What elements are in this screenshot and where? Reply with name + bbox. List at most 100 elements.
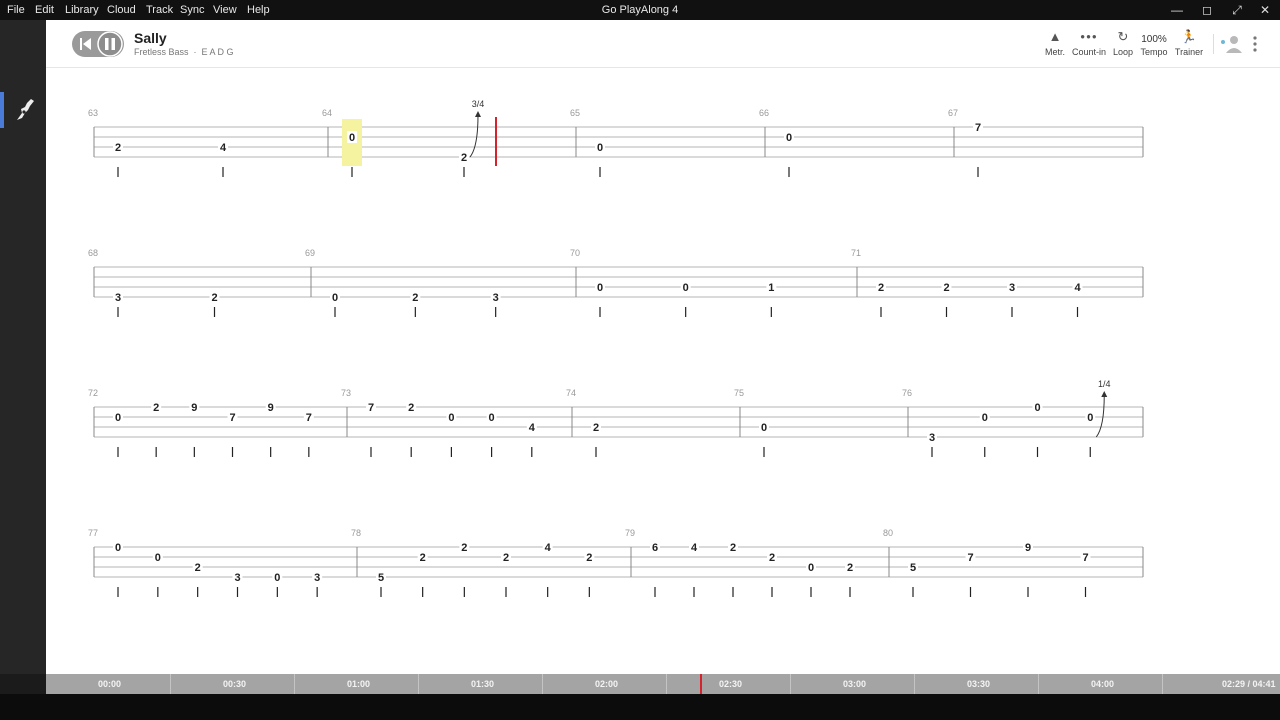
fret-number: 2 (586, 552, 592, 564)
menu-view[interactable]: View (213, 4, 237, 16)
bend-amount: 1/4 (1098, 379, 1111, 389)
fret-number: 0 (1087, 412, 1093, 424)
fret-number: 7 (306, 412, 312, 424)
fret-number: 0 (489, 412, 495, 424)
fret-number: 4 (691, 542, 698, 554)
measure-number: 76 (902, 388, 912, 398)
fret-number: 0 (1034, 402, 1040, 414)
maximize-icon[interactable]: ◻ (1196, 2, 1218, 18)
fret-number: 5 (378, 572, 384, 584)
measure-number: 66 (759, 108, 769, 118)
fret-number: 0 (155, 552, 161, 564)
measure-number: 68 (88, 248, 98, 258)
track-info: Fretless Bass · E A D G (134, 47, 234, 57)
timeline-label: 03:30 (967, 679, 991, 689)
timeline-label: 02:30 (719, 679, 743, 689)
timeline-label: 01:30 (471, 679, 495, 689)
timeline-playhead[interactable] (700, 674, 702, 694)
tuning: E A D G (201, 47, 234, 57)
fret-number: 0 (761, 422, 767, 434)
measure-number: 64 (322, 108, 332, 118)
timeline-separator (790, 674, 791, 694)
timeline[interactable]: 00:00 00:30 01:00 01:30 02:00 02:30 03:0… (46, 674, 1280, 694)
measure-number: 77 (88, 528, 98, 538)
fret-number: 2 (503, 552, 509, 564)
bottom-bar (0, 694, 1280, 720)
fret-number: 2 (408, 402, 414, 414)
measure-number: 69 (305, 248, 315, 258)
tab-score-svg[interactable]: 632 464023/4650660677683 2690 2 3700 0 1712 2 3 4… (46, 68, 1280, 674)
fret-number: 6 (652, 542, 658, 554)
fret-number: 2 (195, 562, 201, 574)
measure-number: 72 (88, 388, 98, 398)
fret-number: 0 (597, 282, 603, 294)
trainer-button[interactable]: Trainer (1164, 47, 1214, 57)
measure-number: 75 (734, 388, 744, 398)
measure-number: 78 (351, 528, 361, 538)
timeline-separator (542, 674, 543, 694)
more-options-icon[interactable] (1251, 35, 1259, 53)
timeline-label: 03:00 (843, 679, 867, 689)
fret-number: 2 (847, 562, 853, 574)
menu-edit[interactable]: Edit (35, 4, 54, 16)
fret-number: 0 (332, 292, 338, 304)
fret-number: 7 (368, 402, 374, 414)
menu-cloud[interactable]: Cloud (107, 4, 136, 16)
fret-number: 9 (191, 402, 197, 414)
bend-arrow (469, 114, 479, 158)
fret-number: 3 (493, 292, 499, 304)
menu-help[interactable]: Help (247, 4, 270, 16)
fret-number: 7 (975, 122, 981, 134)
fret-number: 4 (545, 542, 552, 554)
fullscreen-icon[interactable]: ⤢ (1226, 2, 1248, 18)
measure-number: 71 (851, 248, 861, 258)
timeline-separator (1038, 674, 1039, 694)
fret-number: 9 (1025, 542, 1031, 554)
menu-library[interactable]: Library (65, 4, 99, 16)
timeline-label: 01:00 (347, 679, 371, 689)
fret-number: 2 (115, 142, 121, 154)
fret-number: 2 (211, 292, 217, 304)
menu-track[interactable]: Track (146, 4, 173, 16)
transport-controls (72, 31, 124, 57)
fret-number: 3 (314, 572, 320, 584)
fret-number: 2 (420, 552, 426, 564)
measure-number: 63 (88, 108, 98, 118)
users-icon[interactable] (1218, 34, 1244, 54)
fret-number: 3 (115, 292, 121, 304)
timeline-label: 02:00 (595, 679, 619, 689)
bend-amount: 3/4 (472, 99, 485, 109)
timeline-label: 00:00 (98, 679, 122, 689)
bend-arrowhead (475, 111, 481, 117)
fret-number: 0 (274, 572, 280, 584)
menu-file[interactable]: File (7, 4, 25, 16)
trainer-icon[interactable]: 🏃 (1164, 29, 1214, 45)
fret-number: 7 (229, 412, 235, 424)
fret-number: 0 (808, 562, 814, 574)
instrument-name: Fretless Bass (134, 47, 189, 57)
fret-number: 5 (910, 562, 916, 574)
fret-number: 2 (730, 542, 736, 554)
pause-button[interactable] (97, 31, 123, 57)
close-icon[interactable]: ✕ (1254, 2, 1276, 18)
timeline-separator (294, 674, 295, 694)
menu-sync[interactable]: Sync (180, 4, 204, 16)
timeline-separator (914, 674, 915, 694)
minimize-icon[interactable]: — (1166, 2, 1188, 18)
fret-number: 2 (153, 402, 159, 414)
fret-number: 7 (1082, 552, 1088, 564)
sidebar-active-indicator (0, 92, 4, 128)
timeline-separator (1162, 674, 1163, 694)
tab-score[interactable]: 63 2 4 64 0 2 3/4 65 0 66 0 67 7 68 3 2 69 0 2 3 70 0 0 1 71 2 2 3 4… (46, 68, 1280, 674)
fret-number: 2 (461, 542, 467, 554)
fret-number: 3 (929, 432, 935, 444)
timeline-separator (418, 674, 419, 694)
fret-number: 4 (220, 142, 227, 154)
fret-number: 4 (1074, 282, 1081, 294)
fret-number: 0 (786, 132, 792, 144)
fret-number: 0 (115, 542, 121, 554)
bass-guitar-icon[interactable] (13, 96, 37, 124)
sidebar (0, 20, 46, 674)
bend-arrow (1095, 394, 1105, 438)
timeline-label: 04:00 (1091, 679, 1115, 689)
